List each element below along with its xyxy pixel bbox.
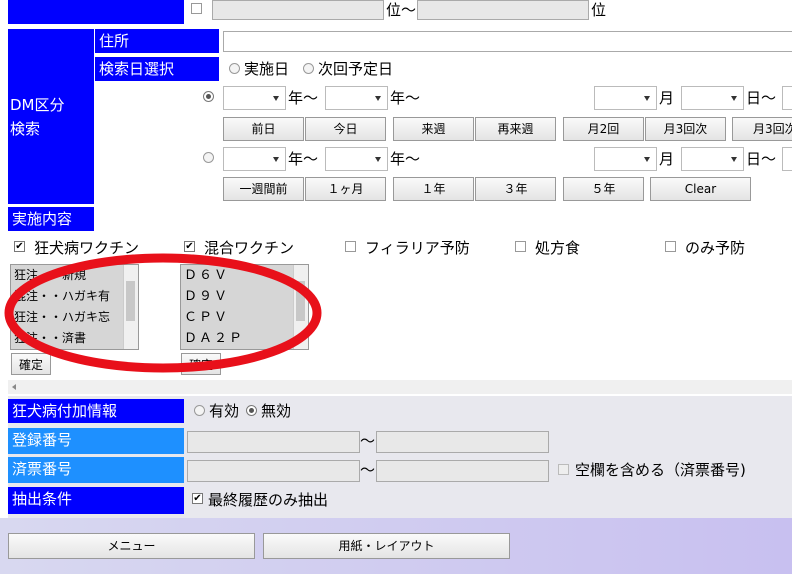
include-blank-checkbox[interactable] (558, 464, 569, 475)
clear-button[interactable]: Clear (650, 177, 751, 201)
top-row-checkbox[interactable] (191, 3, 202, 14)
twice-monthly-button[interactable]: 月2回 (563, 117, 644, 141)
ticket-sep: 〜 (360, 461, 376, 479)
next-week-button[interactable]: 来週 (393, 117, 474, 141)
radio-next-scheduled[interactable] (303, 63, 314, 74)
horizontal-scrollbar[interactable] (8, 380, 792, 394)
day-select-1[interactable] (681, 86, 744, 110)
ticket-from-input[interactable] (187, 460, 360, 482)
prescription-food-label: 処方食 (535, 239, 581, 257)
flea-prevention-checkbox[interactable] (665, 241, 676, 252)
latest-only-checkbox[interactable]: ✔ (192, 493, 203, 504)
month-select-2[interactable] (594, 147, 657, 171)
content-label: 実施内容 (8, 207, 94, 231)
dm-section-label: DM区分 検索 (10, 96, 65, 138)
thrice-monthly-button[interactable]: 月3回次 (645, 117, 726, 141)
extract-condition-label: 抽出条件 (8, 487, 184, 514)
year-unit-2: 年〜 (390, 89, 421, 107)
rabies-extra-label: 狂犬病付加情報 (8, 399, 184, 423)
radio-invalid[interactable] (246, 405, 257, 416)
year-unit-4: 年〜 (390, 150, 421, 168)
day-unit-1: 日〜 (746, 89, 777, 107)
filaria-checkbox[interactable] (345, 241, 356, 252)
menu-button[interactable]: メニュー (8, 533, 255, 559)
three-year-button[interactable]: ３年 (475, 177, 556, 201)
radio-invalid-label: 無効 (261, 402, 292, 420)
five-year-button[interactable]: ５年 (563, 177, 644, 201)
radio-date-range-1[interactable] (203, 91, 214, 102)
day-to-select-2[interactable] (782, 147, 792, 171)
one-year-button[interactable]: １年 (393, 177, 474, 201)
ticket-number-label: 済票番号 (8, 457, 184, 483)
radio-valid-label: 有効 (209, 402, 240, 420)
month-select-1[interactable] (594, 86, 657, 110)
red-annotation-ellipse (4, 253, 322, 373)
address-input[interactable] (223, 31, 792, 52)
day-unit-2: 日〜 (746, 150, 777, 168)
month-unit-2: 月 (659, 150, 675, 168)
previous-day-button[interactable]: 前日 (223, 117, 304, 141)
year-from-select-2[interactable] (223, 147, 286, 171)
registration-sep: 〜 (360, 432, 376, 450)
prescription-food-checkbox[interactable] (515, 241, 526, 252)
scroll-left-icon[interactable] (12, 384, 16, 390)
radio-valid[interactable] (194, 405, 205, 416)
ticket-to-input[interactable] (376, 460, 549, 482)
day-select-2[interactable] (681, 147, 744, 171)
year-from-select-1[interactable] (223, 86, 286, 110)
year-unit-3: 年〜 (288, 150, 319, 168)
dm-section-label-box: DM区分 検索 (8, 29, 94, 204)
flea-prevention-label: のみ予防 (685, 239, 746, 257)
top-row-sep2: 位 (591, 1, 607, 19)
radio-next-scheduled-label: 次回予定日 (318, 60, 394, 78)
registration-from-input[interactable] (187, 431, 360, 453)
one-week-ago-button[interactable]: 一週間前 (223, 177, 304, 201)
latest-only-label: 最終履歴のみ抽出 (208, 491, 329, 509)
include-blank-label: 空欄を含める（済票番号) (575, 461, 746, 479)
year-to-select-1[interactable] (325, 86, 388, 110)
radio-implementation-date[interactable] (229, 63, 240, 74)
month-unit-1: 月 (659, 89, 675, 107)
top-row-input-2[interactable] (417, 0, 589, 20)
search-date-label: 検索日選択 (95, 57, 219, 81)
filaria-label: フィラリア予防 (365, 239, 470, 257)
layout-button[interactable]: 用紙・レイアウト (263, 533, 510, 559)
day-to-select-1[interactable] (782, 86, 792, 110)
radio-date-range-2[interactable] (203, 152, 214, 163)
top-row-input-1[interactable] (212, 0, 384, 20)
registration-to-input[interactable] (376, 431, 549, 453)
today-button[interactable]: 今日 (305, 117, 386, 141)
thrice-monthly-button-2[interactable]: 月3回次 (732, 117, 792, 141)
address-label: 住所 (95, 29, 219, 53)
one-month-button[interactable]: １ヶ月 (305, 177, 386, 201)
top-row-sep1: 位〜 (386, 1, 417, 19)
radio-implementation-date-label: 実施日 (244, 60, 290, 78)
top-row-label (8, 0, 184, 24)
year-to-select-2[interactable] (325, 147, 388, 171)
week-after-next-button[interactable]: 再来週 (475, 117, 556, 141)
year-unit-1: 年〜 (288, 89, 319, 107)
registration-number-label: 登録番号 (8, 428, 184, 454)
